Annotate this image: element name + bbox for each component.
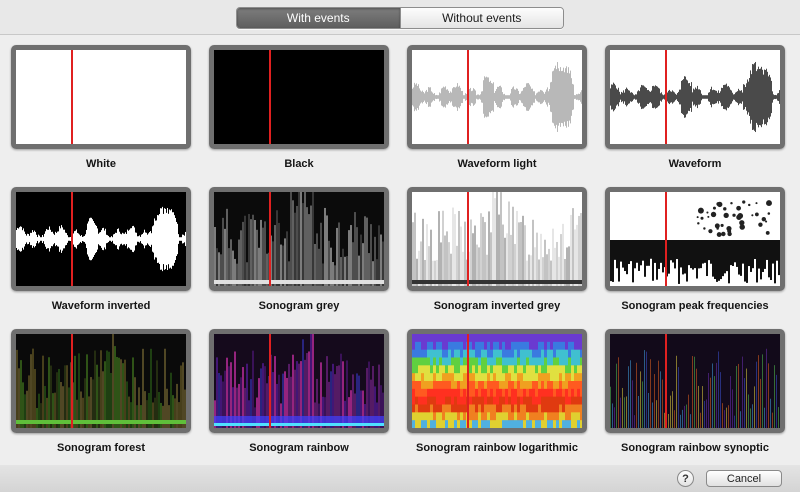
playhead-marker bbox=[467, 50, 469, 144]
theme-label: Black bbox=[284, 158, 314, 170]
playhead-marker bbox=[467, 334, 469, 428]
playhead-marker bbox=[665, 192, 667, 286]
theme-label: Sonogram grey bbox=[258, 300, 340, 312]
theme-label: Waveform light bbox=[457, 158, 537, 170]
playhead-marker bbox=[269, 334, 271, 428]
dialog-footer: ? Cancel bbox=[0, 465, 800, 492]
theme-tile-sonogram-grey[interactable]: Sonogram grey bbox=[209, 187, 389, 312]
theme-label: Sonogram rainbow synoptic bbox=[621, 442, 769, 454]
playhead-marker bbox=[665, 334, 667, 428]
theme-thumbnail bbox=[209, 187, 389, 291]
playhead-marker bbox=[71, 334, 73, 428]
playhead-marker bbox=[665, 50, 667, 144]
playhead-marker bbox=[71, 192, 73, 286]
theme-thumbnail bbox=[209, 45, 389, 149]
theme-tile-waveform[interactable]: Waveform bbox=[605, 45, 785, 170]
theme-thumbnail bbox=[407, 45, 587, 149]
theme-thumbnail bbox=[11, 187, 191, 291]
theme-thumbnail bbox=[209, 329, 389, 433]
tab-with-events[interactable]: With events bbox=[237, 8, 400, 28]
theme-thumbnail bbox=[407, 187, 587, 291]
help-button[interactable]: ? bbox=[677, 470, 694, 487]
theme-label: Sonogram peak frequencies bbox=[621, 300, 769, 312]
theme-tile-waveform-inverted[interactable]: Waveform inverted bbox=[11, 187, 191, 312]
theme-label: Sonogram inverted grey bbox=[433, 300, 561, 312]
theme-tile-sonogram-rainbow[interactable]: Sonogram rainbow bbox=[209, 329, 389, 454]
theme-tile-sonogram-inverted-grey[interactable]: Sonogram inverted grey bbox=[407, 187, 587, 312]
theme-thumbnail bbox=[605, 45, 785, 149]
tab-without-events[interactable]: Without events bbox=[399, 8, 563, 28]
theme-thumbnail bbox=[605, 329, 785, 433]
theme-tile-sonogram-rainbow-synoptic[interactable]: Sonogram rainbow synoptic bbox=[605, 329, 785, 454]
theme-thumbnail bbox=[605, 187, 785, 291]
theme-tile-sonogram-rainbow-logarithmic[interactable]: Sonogram rainbow logarithmic bbox=[407, 329, 587, 454]
theme-tile-sonogram-peak-frequencies[interactable]: Sonogram peak frequencies bbox=[605, 187, 785, 312]
theme-gallery: White Black Waveform light Waveform Wave… bbox=[0, 34, 800, 466]
theme-label: Waveform bbox=[668, 158, 722, 170]
theme-tile-waveform-light[interactable]: Waveform light bbox=[407, 45, 587, 170]
theme-tile-white[interactable]: White bbox=[11, 45, 191, 170]
playhead-marker bbox=[269, 192, 271, 286]
theme-label: Sonogram rainbow logarithmic bbox=[416, 442, 578, 454]
theme-label: Waveform inverted bbox=[51, 300, 151, 312]
theme-thumbnail bbox=[11, 45, 191, 149]
theme-label: White bbox=[86, 158, 116, 170]
playhead-marker bbox=[71, 50, 73, 144]
cancel-button[interactable]: Cancel bbox=[706, 470, 782, 487]
theme-thumbnail bbox=[11, 329, 191, 433]
theme-tile-black[interactable]: Black bbox=[209, 45, 389, 170]
playhead-marker bbox=[467, 192, 469, 286]
display-mode-segmented-control: With events Without events bbox=[236, 7, 564, 29]
theme-tile-sonogram-forest[interactable]: Sonogram forest bbox=[11, 329, 191, 454]
theme-label: Sonogram rainbow bbox=[249, 442, 349, 454]
playhead-marker bbox=[269, 50, 271, 144]
theme-thumbnail bbox=[407, 329, 587, 433]
theme-label: Sonogram forest bbox=[56, 442, 145, 454]
